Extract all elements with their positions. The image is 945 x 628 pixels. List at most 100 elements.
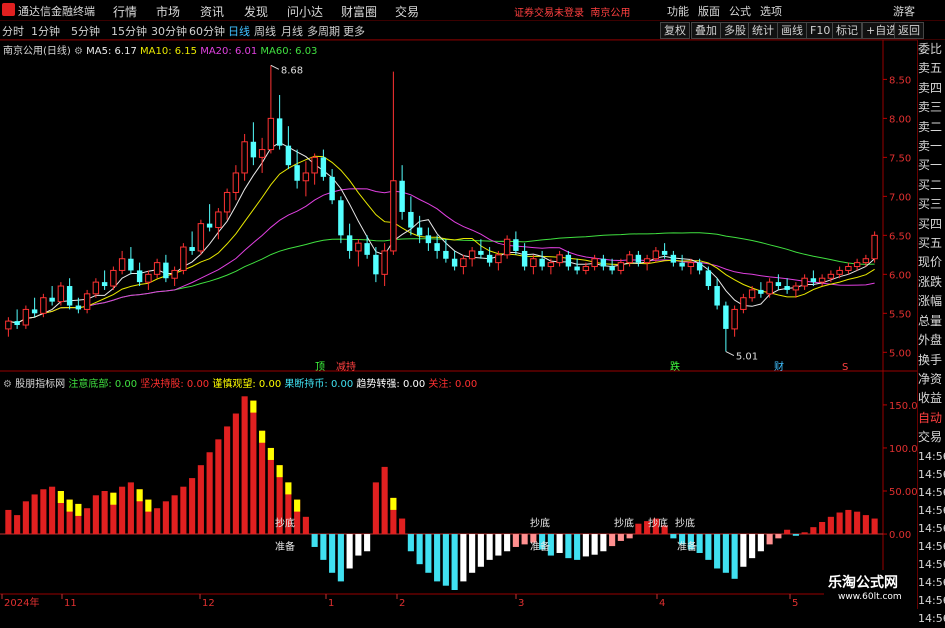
indicator-bar — [434, 534, 441, 582]
indicator-bar — [705, 534, 712, 560]
indicator-cap — [75, 503, 82, 516]
candle-body — [285, 145, 292, 166]
indicator-bar — [241, 396, 248, 535]
side-item-sell4[interactable]: 卖四 — [918, 79, 945, 98]
candle-body — [338, 200, 344, 236]
candle-body — [320, 157, 327, 177]
candle-body — [145, 273, 152, 283]
candle-body — [250, 141, 257, 158]
side-item-volume[interactable]: 总量 — [918, 312, 945, 331]
candle-body — [49, 297, 55, 302]
candle-body — [171, 269, 178, 279]
indicator-bar — [810, 527, 817, 535]
indicator-bar — [862, 515, 869, 535]
indicator-bar — [346, 534, 353, 569]
side-item-netasset[interactable]: 净资 — [918, 370, 945, 389]
watermark-title: 乐淘公式网 — [828, 575, 898, 591]
indicator-bar — [92, 495, 99, 535]
chart-marker: 跌 — [670, 360, 680, 373]
y-tick-label: 7.00 — [889, 192, 911, 203]
chart-marker: 减持 — [336, 360, 356, 373]
side-auto[interactable]: 自动 — [918, 409, 945, 428]
side-trade[interactable]: 交易 — [918, 428, 945, 447]
candle-body — [180, 246, 187, 271]
settings-icon[interactable]: ⚙ — [74, 46, 83, 57]
side-item-price[interactable]: 现价 — [918, 253, 945, 272]
side-item-earnings[interactable]: 收益 — [918, 389, 945, 408]
side-item-sell2[interactable]: 卖二 — [918, 118, 945, 137]
indicator-bar — [512, 534, 519, 547]
candle-body — [758, 289, 764, 294]
chart-canvas[interactable]: 5.00 5.50 6.00 6.50 7.00 7.50 8.00 8.50 8.68 5.01… — [0, 0, 945, 609]
y-tick-label: 8.00 — [889, 114, 911, 125]
indicator-bar — [22, 501, 29, 535]
candle-body — [355, 242, 362, 252]
candle-body — [66, 286, 73, 306]
indicator-bar — [40, 489, 47, 535]
indicator-bar — [775, 534, 782, 539]
side-time: 14:56 — [918, 539, 945, 553]
candle-body — [241, 141, 248, 174]
candle-body — [232, 172, 240, 193]
high-label: 8.68 — [281, 65, 303, 76]
indicator-bar — [14, 515, 21, 535]
side-item-sell5[interactable]: 卖五 — [918, 59, 945, 78]
side-time: 14:56 — [918, 485, 945, 499]
indicator-bar — [722, 534, 729, 573]
side-item-sell1[interactable]: 卖一 — [918, 137, 945, 156]
indicator-bar — [442, 534, 449, 586]
side-item-buy5[interactable]: 买五 — [918, 234, 945, 253]
side-item-buy3[interactable]: 买三 — [918, 195, 945, 214]
side-item-turnover[interactable]: 换手 — [918, 351, 945, 370]
indicator-bar — [154, 508, 161, 535]
indicator-item-watch: 关注: 0.00 — [428, 379, 478, 390]
x-tick-label: 4 — [659, 598, 665, 609]
candle-body — [75, 305, 82, 310]
signal-label: 抄底 — [614, 517, 634, 530]
candle-body — [31, 309, 38, 314]
side-item-change[interactable]: 涨跌 — [918, 273, 945, 292]
side-item-weibi[interactable]: 委比 — [918, 40, 945, 59]
indicator-cap — [390, 497, 397, 510]
y-tick-label: 6.50 — [889, 231, 911, 242]
candle-body — [136, 270, 143, 283]
side-item-change-pct[interactable]: 涨幅 — [918, 292, 945, 311]
candle-body — [687, 262, 695, 268]
candle-body — [14, 321, 20, 326]
candle-body — [83, 293, 91, 310]
indicator-cap — [259, 430, 266, 443]
candle-body — [862, 258, 870, 264]
settings-icon[interactable]: ⚙ — [3, 379, 12, 390]
x-tick-label: 2024年 — [4, 596, 39, 609]
candle-body — [478, 250, 484, 255]
candle-body — [591, 258, 598, 268]
ma20-label: MA20: 6.01 — [200, 46, 258, 57]
side-item-buy4[interactable]: 买四 — [918, 215, 945, 234]
candle-body — [845, 266, 852, 271]
side-item-buy2[interactable]: 买二 — [918, 176, 945, 195]
candle-body — [853, 262, 861, 268]
y-tick-label: 5.50 — [889, 309, 911, 320]
indicator-bar — [355, 534, 362, 556]
candle-body — [163, 262, 169, 279]
side-item-outer[interactable]: 外盘 — [918, 331, 945, 350]
chart-marker: 财 — [774, 360, 784, 373]
indicator-bar — [162, 501, 169, 535]
side-item-buy1[interactable]: 买一 — [918, 156, 945, 175]
candle-body — [784, 286, 790, 290]
candle-body — [5, 320, 12, 330]
candle-body — [617, 262, 625, 271]
indicator-bar — [320, 534, 327, 560]
candle-body — [92, 281, 100, 295]
indicator-title: 股朋指标网 — [15, 379, 66, 390]
indicator-bar — [407, 534, 414, 552]
y-tick-label: 5.00 — [889, 348, 911, 359]
candle-body — [635, 254, 642, 263]
candle-body — [381, 250, 388, 275]
y-tick-label: 50.00 — [889, 487, 918, 498]
signal-label: 抄底 — [675, 517, 695, 530]
candle-body — [530, 258, 537, 268]
candle-body — [276, 118, 283, 146]
indicator-bar — [827, 516, 834, 535]
side-item-sell3[interactable]: 卖三 — [918, 98, 945, 117]
